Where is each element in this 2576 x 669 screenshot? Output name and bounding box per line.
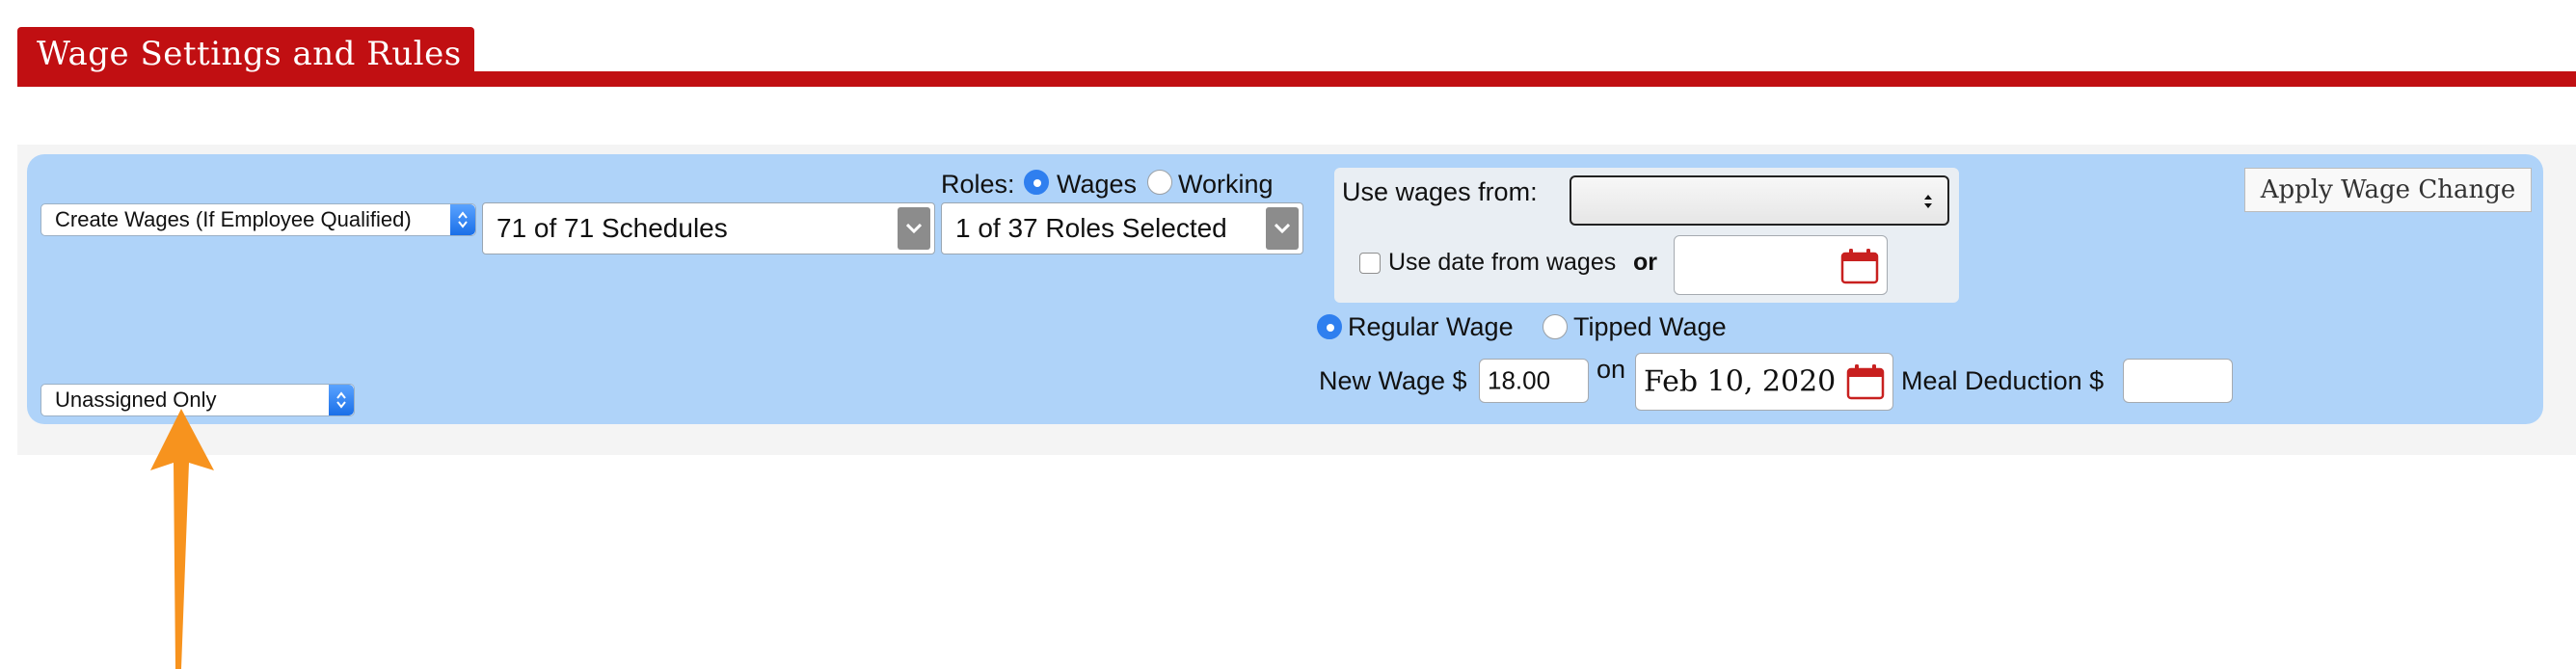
up-arrow-annotation-icon <box>150 409 214 669</box>
meal-deduction-label: Meal Deduction $ <box>1901 366 2105 395</box>
roles-wages-label: Wages <box>1057 170 1138 199</box>
new-wage-value: 18.00 <box>1488 365 1551 395</box>
roles-select[interactable]: 1 of 37 Roles Selected <box>941 202 1303 254</box>
meal-deduction-input[interactable] <box>2123 359 2233 403</box>
select-arrows-icon <box>450 204 475 235</box>
roles-value: 1 of 37 Roles Selected <box>955 213 1227 243</box>
new-wage-input[interactable]: 18.00 <box>1479 359 1589 403</box>
chevron-down-icon <box>1266 207 1299 250</box>
select-arrows-icon <box>1924 195 1932 208</box>
calendar-icon[interactable] <box>1840 248 1879 284</box>
use-wages-select[interactable] <box>1570 175 1949 226</box>
roles-working-radio[interactable] <box>1147 170 1172 195</box>
use-date-field[interactable] <box>1674 235 1888 295</box>
roles-working-label: Working <box>1178 170 1274 199</box>
new-wage-label: New Wage $ <box>1319 366 1467 395</box>
page-title: Wage Settings and Rules <box>37 35 462 73</box>
wage-date-value: Feb 10, 2020 <box>1644 364 1837 399</box>
regular-wage-label: Regular Wage <box>1348 312 1514 341</box>
use-date-checkbox[interactable] <box>1359 253 1381 274</box>
on-label: on <box>1597 355 1626 384</box>
tipped-wage-label: Tipped Wage <box>1573 312 1727 341</box>
create-mode-select[interactable]: Create Wages (If Employee Qualified) <box>40 203 476 236</box>
header-bar <box>17 71 2576 87</box>
roles-wages-radio[interactable] <box>1024 170 1049 195</box>
roles-label: Roles: <box>941 170 1015 199</box>
wage-date-field[interactable]: Feb 10, 2020 <box>1635 353 1893 411</box>
schedules-value: 71 of 71 Schedules <box>496 213 728 243</box>
calendar-icon[interactable] <box>1846 363 1885 400</box>
select-arrows-icon <box>329 385 354 415</box>
or-label: or <box>1633 249 1657 276</box>
use-date-label: Use date from wages <box>1388 249 1617 276</box>
chevron-down-icon <box>898 207 930 250</box>
use-wages-label: Use wages from: <box>1342 177 1538 206</box>
create-mode-value: Create Wages (If Employee Qualified) <box>55 207 412 231</box>
schedules-select[interactable]: 71 of 71 Schedules <box>482 202 935 254</box>
regular-wage-radio[interactable] <box>1317 314 1342 339</box>
tipped-wage-radio[interactable] <box>1543 314 1568 339</box>
apply-wage-change-button[interactable]: Apply Wage Change <box>2244 168 2532 212</box>
